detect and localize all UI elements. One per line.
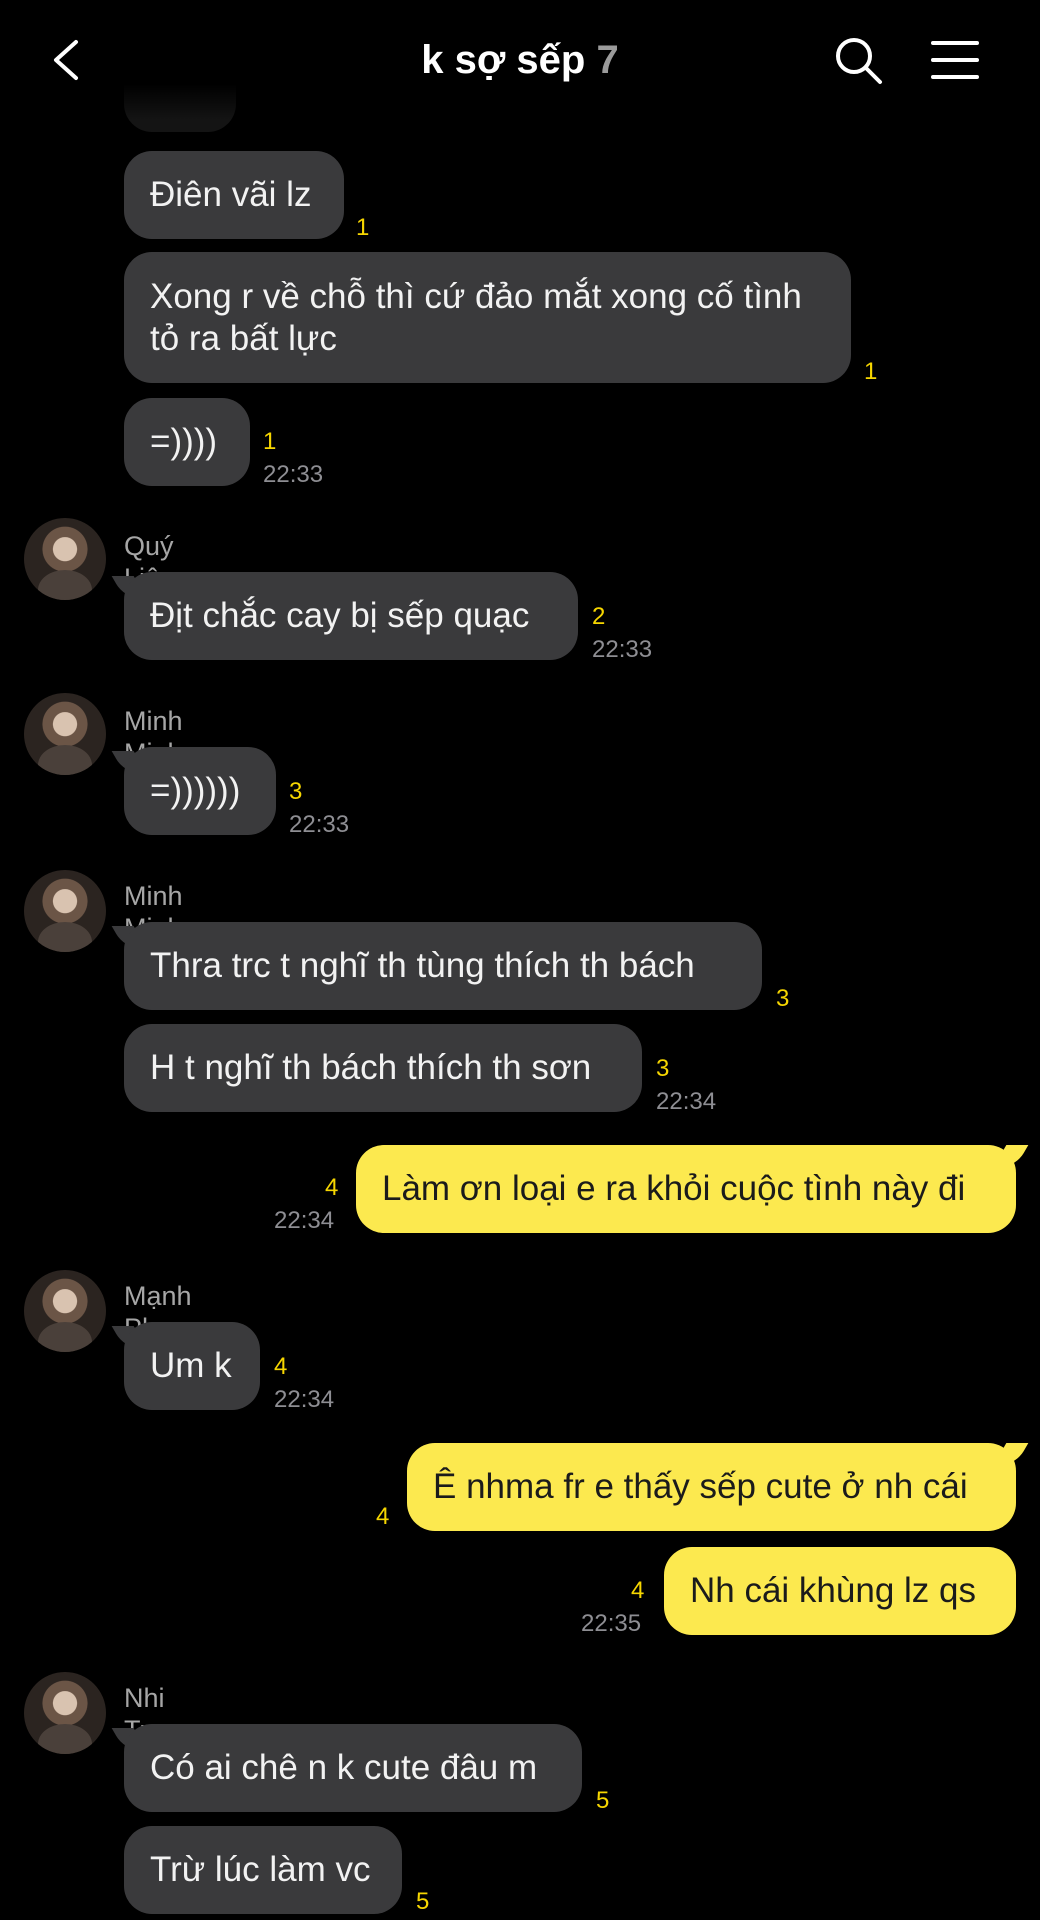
message-text: Làm ơn loại e ra khỏi cuộc tình này đi	[382, 1169, 966, 1208]
unread-count: 5	[416, 1888, 430, 1915]
message-bubble[interactable]: Làm ơn loại e ra khỏi cuộc tình này đi	[356, 1145, 1016, 1233]
message-timestamp: 22:34	[274, 1207, 335, 1234]
unread-count: 4	[325, 1174, 339, 1201]
unread-count: 3	[656, 1055, 670, 1082]
message-text: Ê nhma fr e thấy sếp cute ở nh cái	[433, 1467, 968, 1506]
message-bubble[interactable]: Trừ lúc làm vc	[124, 1826, 402, 1914]
message-text: Xong r về chỗ thì cứ đảo mắt xong cố tìn…	[150, 276, 802, 358]
unread-count: 2	[592, 603, 606, 630]
message-bubble[interactable]: =))))	[124, 398, 250, 486]
unread-count: 3	[289, 778, 303, 805]
message-bubble[interactable]: Thra trc t nghĩ th tùng thích th bách	[124, 922, 762, 1010]
message-text: Nh cái khùng lz qs	[690, 1571, 976, 1610]
message-bubble[interactable]: =))))))	[124, 747, 276, 835]
message-timestamp: 22:34	[274, 1386, 335, 1413]
message-timestamp: 22:34	[656, 1088, 717, 1115]
unread-count: 1	[356, 214, 370, 241]
unread-count: 4	[631, 1577, 645, 1604]
message-bubble[interactable]: Điên vãi lz	[124, 151, 344, 239]
unread-count: 4	[274, 1353, 288, 1380]
message-text: Thra trc t nghĩ th tùng thích th bách	[150, 946, 695, 985]
message-bubble[interactable]: Xong r về chỗ thì cứ đảo mắt xong cố tìn…	[124, 252, 851, 383]
search-icon	[836, 38, 882, 84]
unread-count: 1	[263, 428, 277, 455]
message-text: Điên vãi lz	[150, 175, 312, 214]
avatar[interactable]	[24, 1270, 106, 1352]
unread-count: 3	[776, 985, 790, 1012]
message-bubble[interactable]: H t nghĩ th bách thích th sơn	[124, 1024, 642, 1112]
avatar[interactable]	[24, 870, 106, 952]
message-bubble[interactable]: Um k	[124, 1322, 260, 1410]
unread-count: 4	[376, 1503, 390, 1530]
message-timestamp: 22:33	[592, 636, 653, 663]
member-count: 7	[596, 38, 619, 82]
message-bubble[interactable]: Ê nhma fr e thấy sếp cute ở nh cái	[407, 1443, 1016, 1531]
unread-count: 1	[864, 358, 878, 385]
message-text: Địt chắc cay bị sếp quạc	[150, 596, 530, 635]
message-timestamp: 22:33	[289, 811, 350, 838]
message-text: Có ai chê n k cute đâu m	[150, 1748, 538, 1787]
message-bubble[interactable]: Nh cái khùng lz qs	[664, 1547, 1016, 1635]
avatar[interactable]	[24, 1672, 106, 1754]
message-text: =))))	[150, 422, 218, 461]
menu-button[interactable]	[925, 30, 985, 90]
message-bubble[interactable]: Có ai chê n k cute đâu m	[124, 1724, 582, 1812]
message-bubble[interactable]: Địt chắc cay bị sếp quạc	[124, 572, 578, 660]
message-timestamp: 22:35	[581, 1610, 642, 1637]
hamburger-menu-icon	[931, 41, 979, 79]
message-text: Trừ lúc làm vc	[150, 1850, 371, 1889]
message-timestamp: 22:33	[263, 461, 324, 488]
avatar[interactable]	[24, 693, 106, 775]
avatar[interactable]	[24, 518, 106, 600]
unread-count: 5	[596, 1787, 610, 1814]
message-text: H t nghĩ th bách thích th sơn	[150, 1048, 592, 1087]
message-text: Um k	[150, 1346, 232, 1385]
chat-messages[interactable]: Điên vãi lz 1 Xong r về chỗ thì cứ đảo m…	[0, 0, 1040, 1920]
group-name: k sợ sếp	[421, 38, 586, 82]
chat-header: k sợ sếp 7	[0, 0, 1040, 120]
search-button[interactable]	[828, 30, 888, 90]
message-text: =))))))	[150, 771, 241, 810]
